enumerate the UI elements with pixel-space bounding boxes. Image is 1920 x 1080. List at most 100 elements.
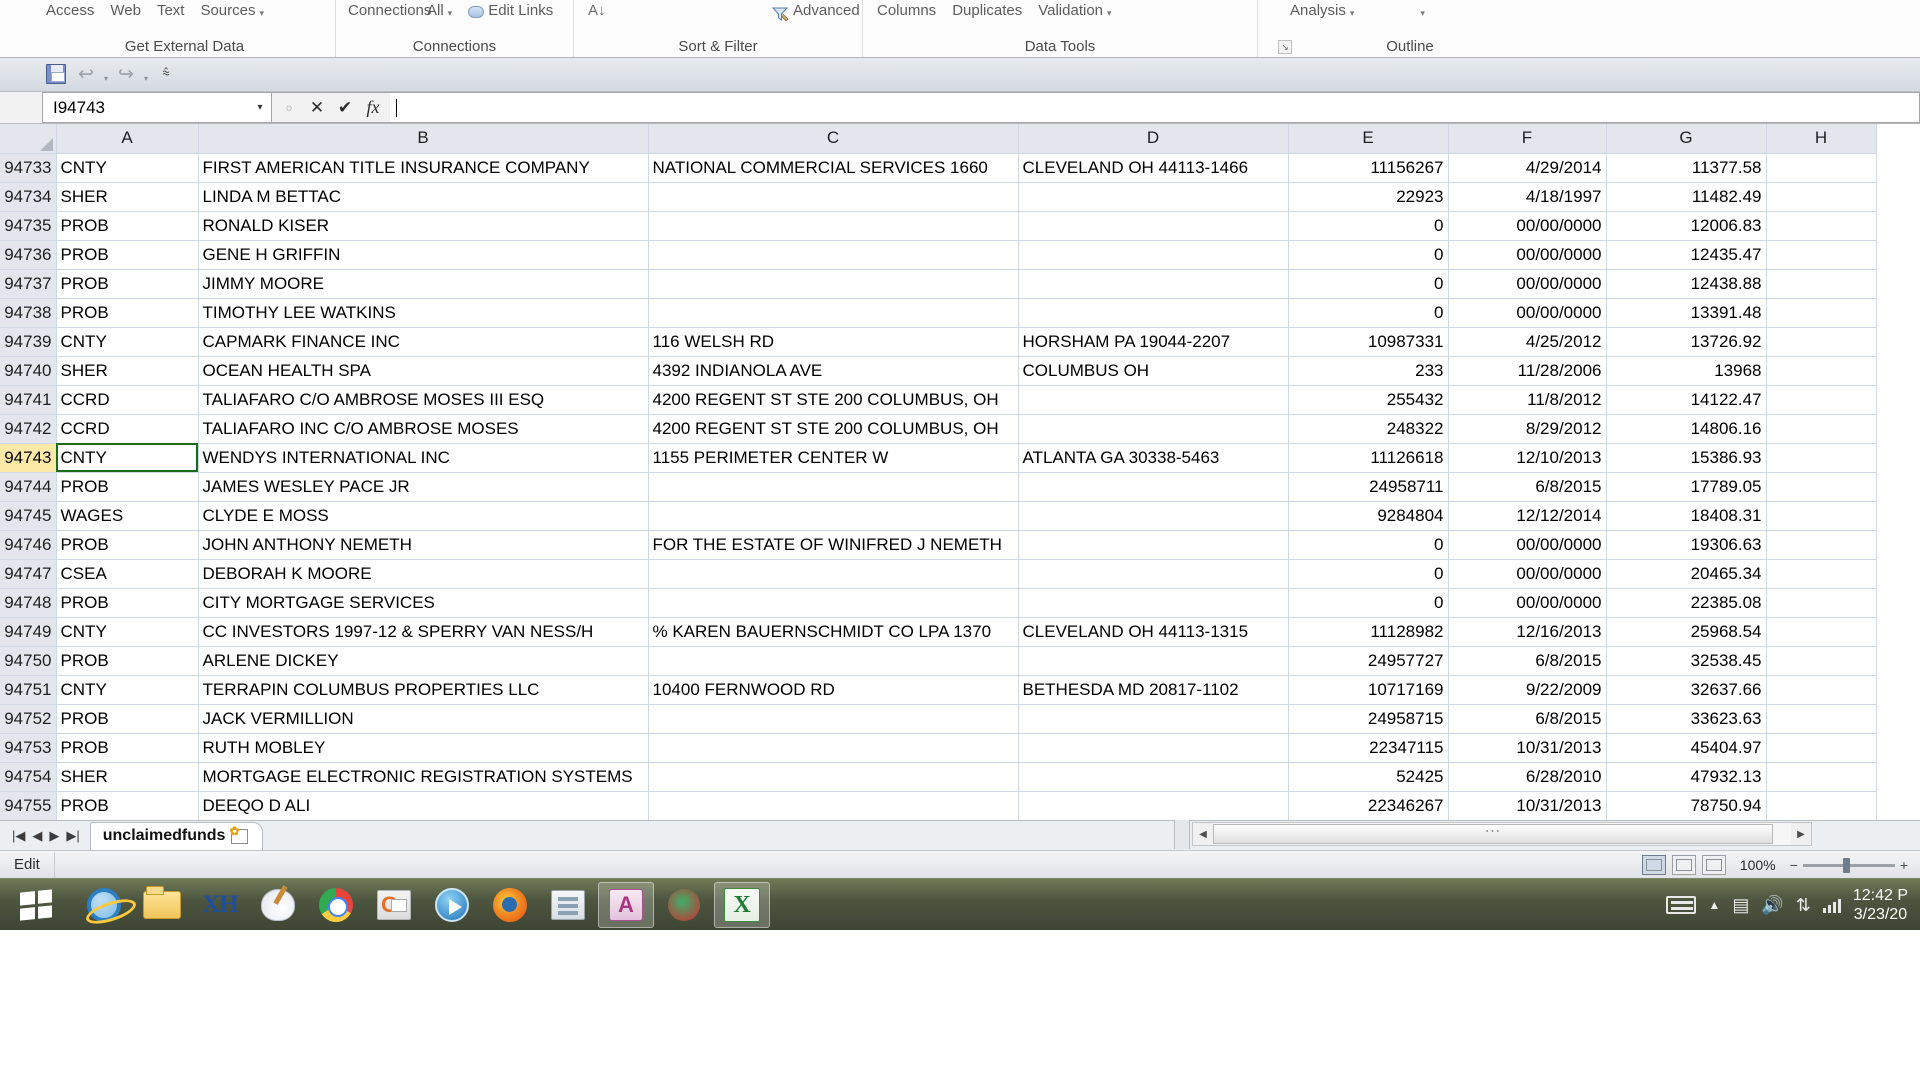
cell-G94751[interactable]: 32637.66 — [1606, 675, 1767, 705]
row-header[interactable]: 94747 — [0, 559, 57, 589]
cell-F94746[interactable]: 00/00/0000 — [1448, 530, 1607, 560]
cell-H94751[interactable] — [1766, 675, 1877, 705]
cell-A94745[interactable]: WAGES — [56, 501, 199, 531]
redo-icon[interactable]: ↪ — [112, 61, 140, 87]
cell-C94748[interactable] — [648, 588, 1019, 618]
cell-E94747[interactable]: 0 — [1288, 559, 1449, 589]
cell-H94747[interactable] — [1766, 559, 1877, 589]
undo-dropdown-icon[interactable]: ▾ — [104, 74, 108, 83]
cell-F94742[interactable]: 8/29/2012 — [1448, 414, 1607, 444]
table-row[interactable]: 94734 SHER LINDA M BETTAC 22923 4/18/1997 114… — [0, 182, 1877, 212]
outline-dialog-launcher[interactable]: ↘ — [1278, 40, 1292, 54]
cell-H94744[interactable] — [1766, 472, 1877, 502]
cell-B94749[interactable]: CC INVESTORS 1997-12 & SPERRY VAN NESS/H — [198, 617, 649, 647]
row-header[interactable]: 94750 — [0, 646, 57, 676]
cell-H94734[interactable] — [1766, 182, 1877, 212]
cell-F94734[interactable]: 4/18/1997 — [1448, 182, 1607, 212]
taskbar-item-excel[interactable] — [714, 881, 770, 928]
table-row[interactable]: 94743 CNTY WENDYS INTERNATIONAL INC 1155 PE… — [0, 443, 1877, 473]
cell-G94754[interactable]: 47932.13 — [1606, 762, 1767, 792]
cell-A94753[interactable]: PROB — [56, 733, 199, 763]
cell-A94743[interactable]: CNTY — [56, 443, 199, 473]
cell-F94738[interactable]: 00/00/0000 — [1448, 298, 1607, 328]
cell-E94745[interactable]: 9284804 — [1288, 501, 1449, 531]
row-header[interactable]: 94751 — [0, 675, 57, 705]
cell-D94736[interactable] — [1018, 240, 1289, 270]
cell-H94741[interactable] — [1766, 385, 1877, 415]
cell-G94739[interactable]: 13726.92 — [1606, 327, 1767, 357]
cell-C94754[interactable] — [648, 762, 1019, 792]
ribbon-button-access[interactable]: Access — [38, 0, 102, 22]
cell-H94739[interactable] — [1766, 327, 1877, 357]
scroll-right-icon[interactable]: ▶ — [1791, 829, 1811, 840]
table-row[interactable]: 94740 SHER OCEAN HEALTH SPA 4392 INDIANOLA … — [0, 356, 1877, 386]
cell-D94744[interactable] — [1018, 472, 1289, 502]
cell-F94736[interactable]: 00/00/0000 — [1448, 240, 1607, 270]
cell-D94748[interactable] — [1018, 588, 1289, 618]
cell-C94735[interactable] — [648, 211, 1019, 241]
cell-F94748[interactable]: 00/00/0000 — [1448, 588, 1607, 618]
table-row[interactable]: 94735 PROB RONALD KISER 0 00/00/0000 12006.83 — [0, 211, 1877, 241]
cell-E94736[interactable]: 0 — [1288, 240, 1449, 270]
column-header-d[interactable]: D — [1018, 124, 1289, 154]
cell-F94733[interactable]: 4/29/2014 — [1448, 153, 1607, 183]
insert-function-icon[interactable]: fx — [360, 97, 386, 118]
cell-A94750[interactable]: PROB — [56, 646, 199, 676]
row-header[interactable]: 94740 — [0, 356, 57, 386]
cell-E94751[interactable]: 10717169 — [1288, 675, 1449, 705]
keyboard-language-icon[interactable] — [1666, 896, 1697, 914]
cell-C94750[interactable] — [648, 646, 1019, 676]
cell-H94740[interactable] — [1766, 356, 1877, 386]
cell-E94738[interactable]: 0 — [1288, 298, 1449, 328]
cell-B94745[interactable]: CLYDE E MOSS — [198, 501, 649, 531]
table-row[interactable]: 94747 CSEA DEBORAH K MOORE 0 00/00/0000 20465… — [0, 559, 1877, 589]
cell-B94739[interactable]: CAPMARK FINANCE INC — [198, 327, 649, 357]
table-row[interactable]: 94741 CCRD TALIAFARO C/O AMBROSE MOSES III… — [0, 385, 1877, 415]
cell-B94736[interactable]: GENE H GRIFFIN — [198, 240, 649, 270]
cell-C94738[interactable] — [648, 298, 1019, 328]
scroll-left-icon[interactable]: ◀ — [1193, 829, 1213, 840]
cell-E94754[interactable]: 52425 — [1288, 762, 1449, 792]
cell-E94735[interactable]: 0 — [1288, 211, 1449, 241]
cell-G94736[interactable]: 12435.47 — [1606, 240, 1767, 270]
row-header[interactable]: 94734 — [0, 182, 57, 212]
cell-D94749[interactable]: CLEVELAND OH 44113-1315 — [1018, 617, 1289, 647]
cell-B94735[interactable]: RONALD KISER — [198, 211, 649, 241]
table-row[interactable]: 94745 WAGES CLYDE E MOSS 9284804 12/12/2014 1… — [0, 501, 1877, 531]
cell-B94747[interactable]: DEBORAH K MOORE — [198, 559, 649, 589]
cell-A94734[interactable]: SHER — [56, 182, 199, 212]
cell-F94743[interactable]: 12/10/2013 — [1448, 443, 1607, 473]
cell-F94737[interactable]: 00/00/0000 — [1448, 269, 1607, 299]
view-page-layout-button[interactable] — [1671, 855, 1696, 875]
cell-A94748[interactable]: PROB — [56, 588, 199, 618]
cell-D94746[interactable] — [1018, 530, 1289, 560]
cell-A94747[interactable]: CSEA — [56, 559, 199, 589]
cell-H94735[interactable] — [1766, 211, 1877, 241]
cell-A94733[interactable]: CNTY — [56, 153, 199, 183]
cell-C94741[interactable]: 4200 REGENT ST STE 200 COLUMBUS, OH — [648, 385, 1019, 415]
taskbar-item-xh-app[interactable]: XH — [192, 882, 248, 928]
select-all-corner[interactable] — [0, 124, 57, 154]
row-header[interactable]: 94733 — [0, 153, 57, 183]
cell-B94742[interactable]: TALIAFARO INC C/O AMBROSE MOSES — [198, 414, 649, 444]
cell-B94734[interactable]: LINDA M BETTAC — [198, 182, 649, 212]
cell-E94733[interactable]: 11156267 — [1288, 153, 1449, 183]
table-row[interactable]: 94753 PROB RUTH MOBLEY 22347115 10/31/2013 45… — [0, 733, 1877, 763]
row-header[interactable]: 94748 — [0, 588, 57, 618]
taskbar-item-paint[interactable] — [250, 882, 306, 928]
cell-G94738[interactable]: 13391.48 — [1606, 298, 1767, 328]
column-header-h[interactable]: H — [1766, 124, 1877, 154]
ribbon-button-text-to-columns[interactable]: Columns — [869, 0, 944, 22]
cell-F94745[interactable]: 12/12/2014 — [1448, 501, 1607, 531]
cell-G94735[interactable]: 12006.83 — [1606, 211, 1767, 241]
ribbon-button-outline-more[interactable]: ▾ — [1408, 0, 1433, 22]
redo-dropdown-icon[interactable]: ▾ — [144, 74, 148, 83]
cell-A94735[interactable]: PROB — [56, 211, 199, 241]
column-header-g[interactable]: G — [1606, 124, 1767, 154]
cell-G94748[interactable]: 22385.08 — [1606, 588, 1767, 618]
cell-E94749[interactable]: 11128982 — [1288, 617, 1449, 647]
cell-B94753[interactable]: RUTH MOBLEY — [198, 733, 649, 763]
cell-F94753[interactable]: 10/31/2013 — [1448, 733, 1607, 763]
table-row[interactable]: 94751 CNTY TERRAPIN COLUMBUS PROPERTIES LL… — [0, 675, 1877, 705]
table-row[interactable]: 94738 PROB TIMOTHY LEE WATKINS 0 00/00/0000 1… — [0, 298, 1877, 328]
